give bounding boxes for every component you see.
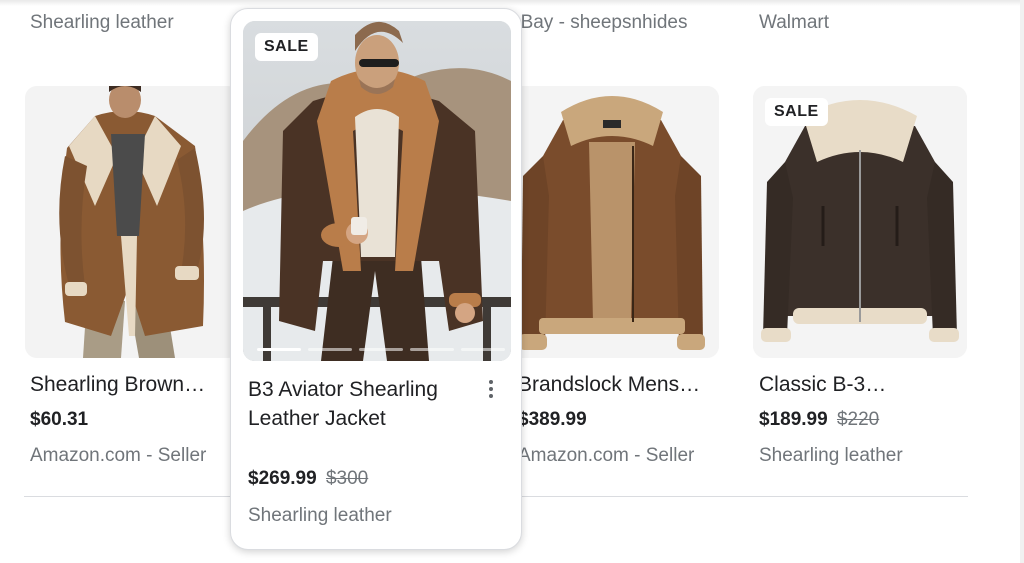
prev-row-seller-1: Shearling leather bbox=[30, 12, 174, 33]
product-title-1[interactable]: Shearling Brown… bbox=[30, 373, 220, 397]
carousel-dot-2[interactable] bbox=[308, 348, 352, 351]
product-price-row-1: $60.31 bbox=[30, 409, 88, 431]
product-card-2-expanded[interactable]: SALE B3 Aviator Shearling Leather Jacket… bbox=[230, 8, 522, 550]
carousel-dot-3[interactable] bbox=[359, 348, 403, 351]
carousel-indicators[interactable] bbox=[257, 348, 505, 351]
sale-badge-4: SALE bbox=[765, 98, 828, 126]
product-price-2: $269.99 bbox=[248, 468, 317, 489]
more-vert-icon[interactable] bbox=[481, 379, 501, 399]
product-price-row-2: $269.99 $300 bbox=[248, 468, 368, 490]
sale-badge-2: SALE bbox=[255, 33, 318, 61]
product-image-2[interactable]: SALE bbox=[243, 21, 511, 361]
product-old-price-2: $300 bbox=[325, 468, 369, 489]
product-image-1[interactable] bbox=[25, 86, 239, 358]
window-right-edge bbox=[1020, 0, 1024, 563]
product-price-1: $60.31 bbox=[30, 409, 89, 430]
product-seller-2: Shearling leather bbox=[248, 505, 392, 526]
product-title-3[interactable]: Brandslock Mens… bbox=[518, 373, 714, 397]
product-seller-1: Amazon.com - Seller bbox=[30, 445, 207, 466]
carousel-dot-4[interactable] bbox=[410, 348, 454, 351]
product-seller-3: Amazon.com - Seller bbox=[518, 445, 695, 466]
carousel-dot-5[interactable] bbox=[461, 348, 505, 351]
prev-row-seller-3: eBay - sheepsnhides bbox=[510, 12, 688, 33]
carousel-dot-1[interactable] bbox=[257, 348, 301, 351]
product-seller-4: Shearling leather bbox=[759, 445, 903, 466]
prev-row-seller-4: Walmart bbox=[759, 12, 830, 33]
product-price-4: $189.99 bbox=[759, 409, 828, 430]
product-price-row-4: $189.99 $220 bbox=[759, 409, 879, 431]
product-title-4[interactable]: Classic B-3… bbox=[759, 373, 955, 397]
product-price-3: $389.99 bbox=[518, 409, 587, 430]
window-top-edge bbox=[0, 0, 1024, 6]
product-image-3[interactable] bbox=[505, 86, 719, 358]
product-price-row-3: $389.99 bbox=[518, 409, 587, 431]
product-title-2[interactable]: B3 Aviator Shearling Leather Jacket bbox=[248, 375, 468, 433]
product-image-4[interactable] bbox=[753, 86, 967, 358]
product-old-price-4: $220 bbox=[836, 409, 880, 430]
